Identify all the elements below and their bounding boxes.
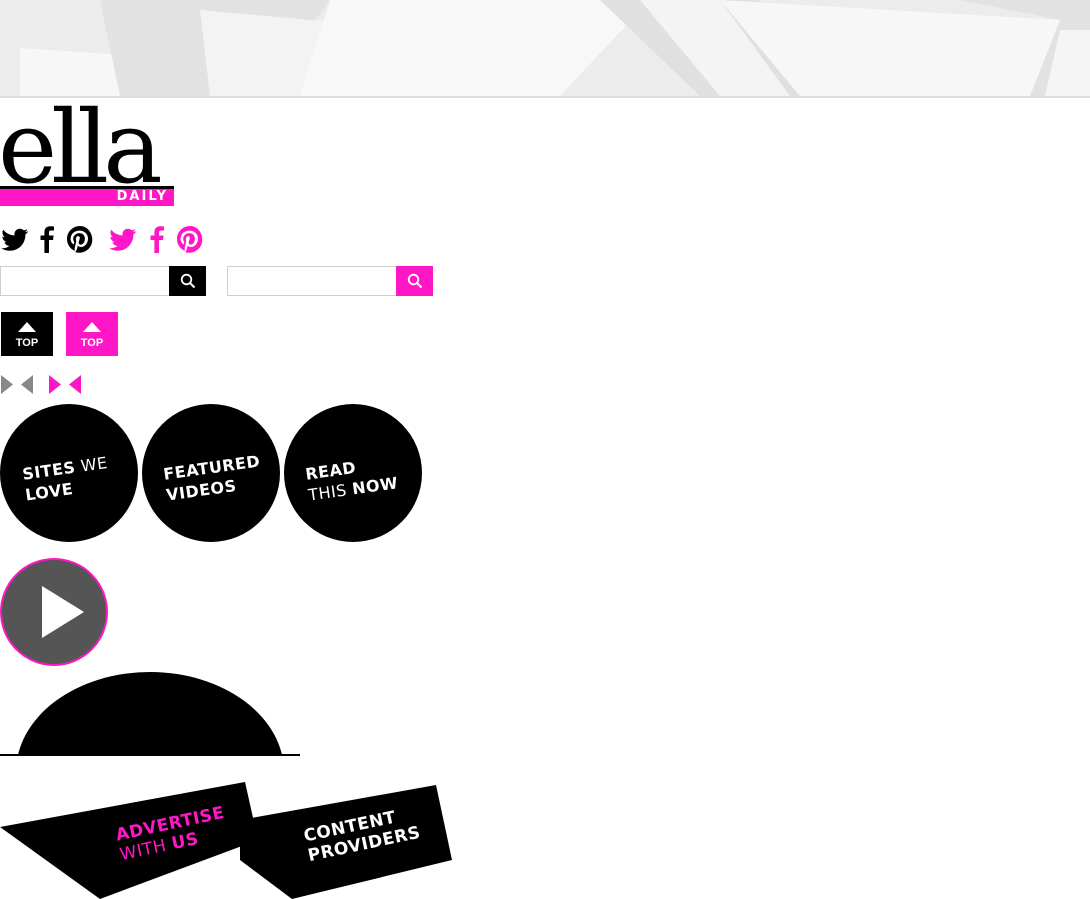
search-box-pink <box>227 266 433 296</box>
search-icon <box>407 273 422 289</box>
ella-daily-logo[interactable]: ella DAILY <box>0 98 174 206</box>
twitter-icon[interactable] <box>0 225 30 253</box>
circle-text: WE <box>79 453 109 476</box>
arrow-pair-gray[interactable] <box>0 375 34 394</box>
next-arrow-icon <box>1 375 13 394</box>
prev-arrow-icon <box>21 375 33 394</box>
pinterest-icon[interactable] <box>66 225 94 253</box>
semicircle-decoration <box>0 672 300 756</box>
logo-daily-text: DAILY <box>116 189 168 204</box>
back-to-top-button[interactable]: TOP <box>1 312 53 356</box>
read-this-now-button[interactable]: READ THIS NOW <box>284 404 422 542</box>
search-icon <box>180 273 195 289</box>
back-to-top-button[interactable]: TOP <box>66 312 118 356</box>
logo-wordmark: ella <box>0 89 163 206</box>
header-banner <box>0 0 1090 98</box>
circle-text: THIS <box>307 480 349 505</box>
circle-text: READ <box>304 457 358 484</box>
facebook-icon[interactable] <box>146 225 166 253</box>
facebook-icon[interactable] <box>36 225 56 253</box>
arrow-up-icon <box>83 322 101 332</box>
banner-decoration <box>0 0 1090 96</box>
top-label: TOP <box>15 337 39 349</box>
play-icon <box>42 586 84 638</box>
next-arrow-icon <box>49 375 61 394</box>
footer-ribbons: ADVERTISE WITH US CONTENT PROVIDERS <box>0 780 455 899</box>
pinterest-icon[interactable] <box>176 225 204 253</box>
search-box-dark <box>0 266 206 296</box>
search-input[interactable] <box>227 266 398 296</box>
arrow-up-icon <box>18 322 36 332</box>
prev-arrow-icon <box>69 375 81 394</box>
top-label: TOP <box>80 337 104 349</box>
arrow-pair-pink[interactable] <box>48 375 82 394</box>
circle-text: LOVE <box>24 479 75 505</box>
circle-text: NOW <box>350 473 400 499</box>
search-input[interactable] <box>0 266 171 296</box>
search-button[interactable] <box>396 266 433 296</box>
search-button[interactable] <box>169 266 206 296</box>
play-video-button[interactable] <box>0 558 108 666</box>
twitter-icon[interactable] <box>108 225 138 253</box>
sites-we-love-button[interactable]: SITES WE LOVE <box>0 404 138 542</box>
featured-videos-button[interactable]: FEATURED VIDEOS <box>142 404 280 542</box>
